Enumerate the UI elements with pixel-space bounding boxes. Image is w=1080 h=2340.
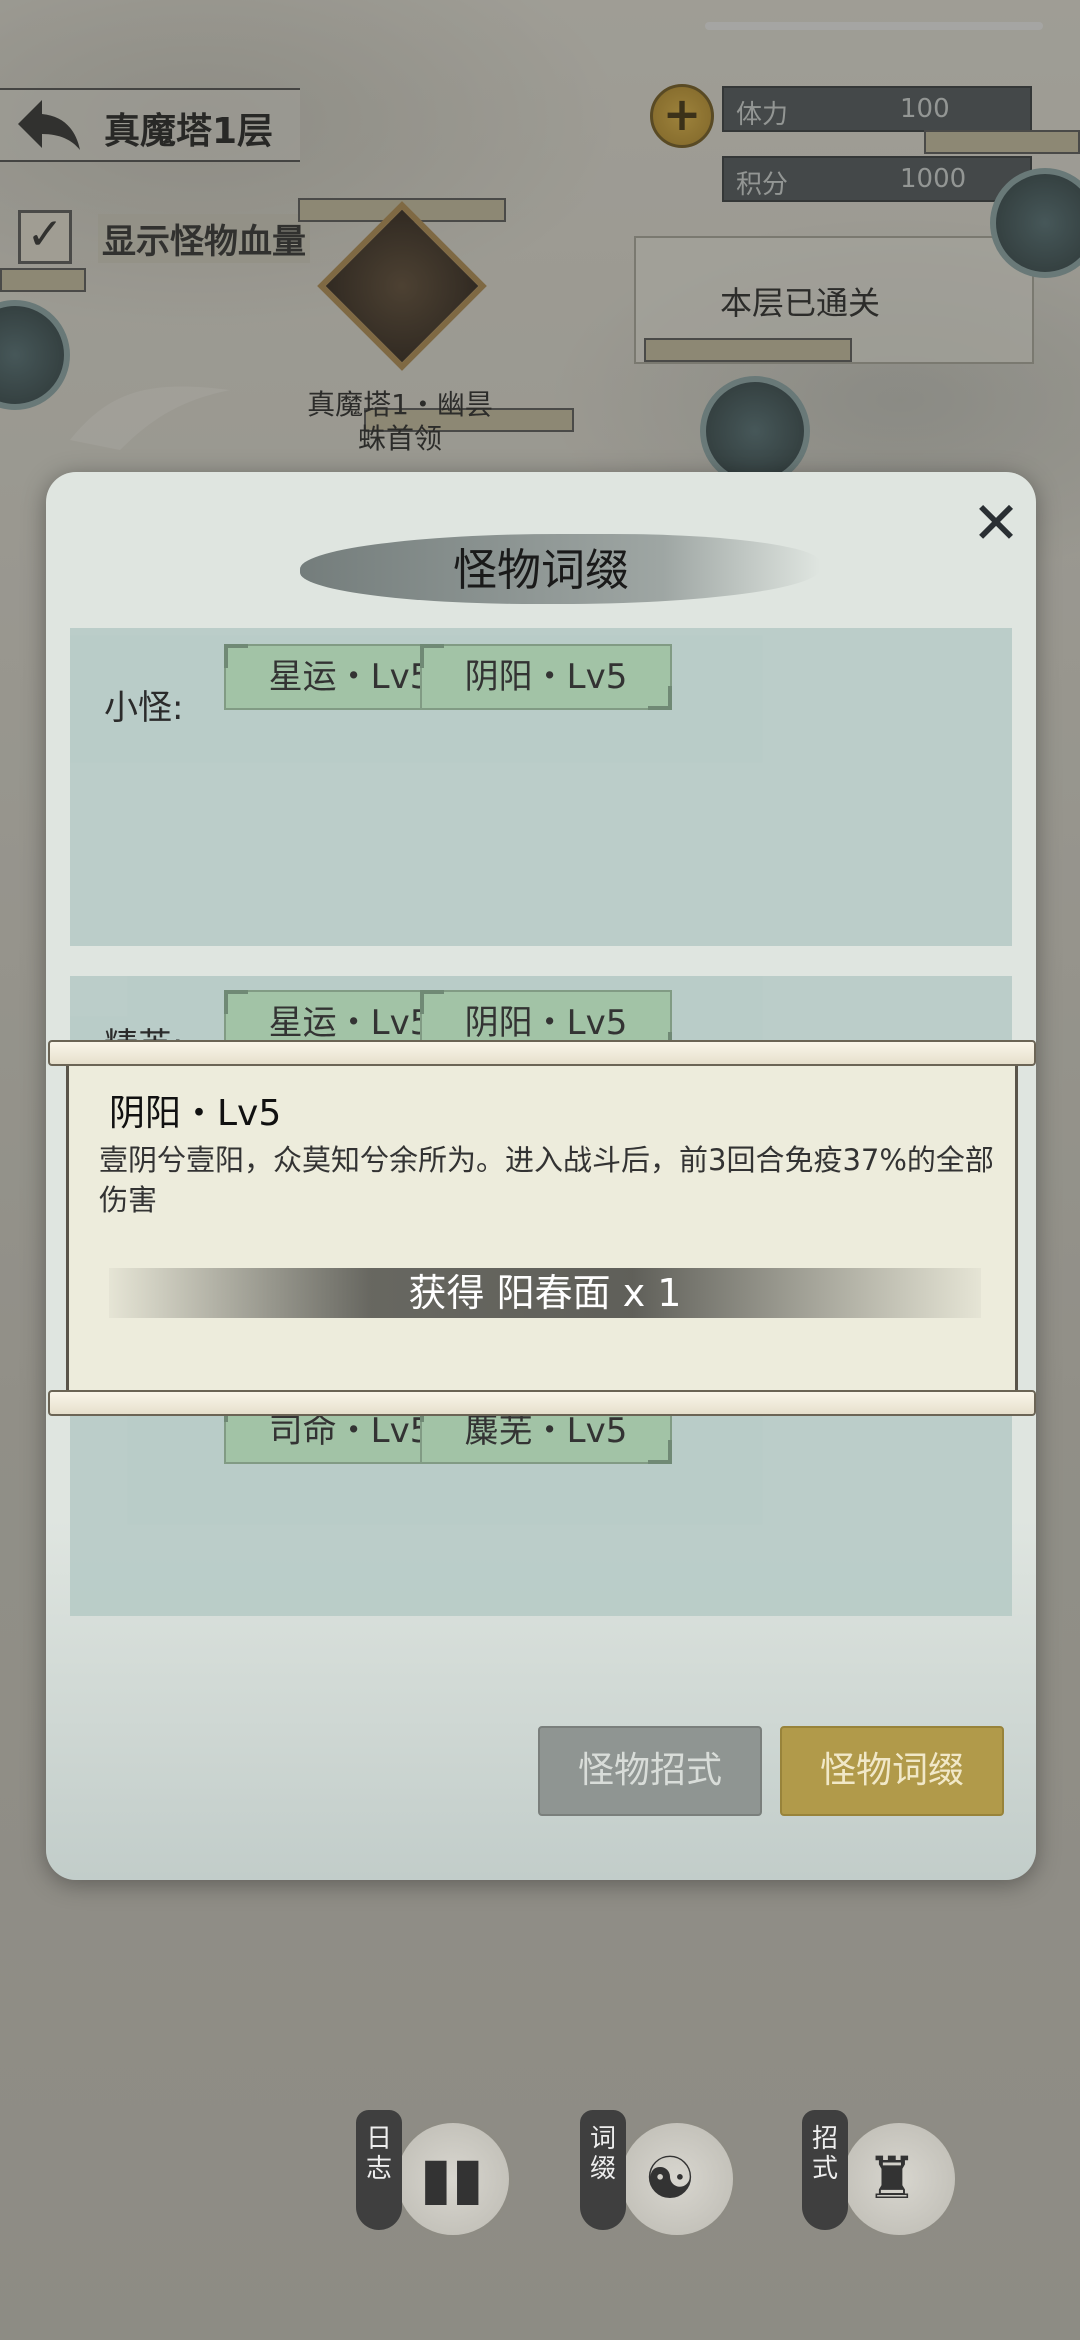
monster-affix-tab[interactable]: 怪物词缀	[780, 1726, 1004, 1816]
swirl-icon: ☯	[644, 2144, 696, 2212]
dock-journal-button[interactable]: ▮▮ 日志	[356, 2110, 512, 2250]
affix-reward-text: 获得 阳春面 x 1	[408, 1271, 682, 1315]
dock-affix-button[interactable]: ☯ 词缀	[580, 2110, 736, 2250]
dock-journal-label: 日志	[356, 2110, 402, 2230]
affix-detail-name: 阴阳・Lv5	[109, 1093, 282, 1134]
book-icon: ▮▮	[420, 2144, 484, 2212]
scroll-paper: 阴阳・Lv5 壹阴兮壹阳，众莫知兮余所为。进入战斗后，前3回合免疫37%的全部伤…	[66, 1062, 1018, 1394]
small-monster-label: 小怪:	[104, 688, 184, 728]
dialog-title: 怪物词缀	[453, 545, 629, 596]
affix-reward-bar: 获得 阳春面 x 1	[109, 1268, 981, 1318]
small-monster-section: 小怪: 星运・Lv5 阴阳・Lv5	[70, 628, 1012, 946]
warrior-icon: ♜	[866, 2144, 918, 2212]
dock-affix-label: 词缀	[580, 2110, 626, 2230]
monster-moves-tab[interactable]: 怪物招式	[538, 1726, 762, 1816]
dock-moves-label: 招式	[802, 2110, 848, 2230]
affix-detail-scroll: 阴阳・Lv5 壹阴兮壹阳，众莫知兮余所为。进入战斗后，前3回合免疫37%的全部伤…	[48, 1040, 1036, 1416]
close-icon[interactable]: ✕	[968, 494, 1024, 554]
affix-detail-description: 壹阴兮壹阳，众莫知兮余所为。进入战斗后，前3回合免疫37%的全部伤害	[99, 1143, 994, 1217]
scroll-rod-top	[48, 1040, 1036, 1066]
scroll-rod-bottom	[48, 1390, 1036, 1416]
affix-tag-yinyang[interactable]: 阴阳・Lv5	[420, 644, 672, 710]
dock-moves-button[interactable]: ♜ 招式	[802, 2110, 958, 2250]
